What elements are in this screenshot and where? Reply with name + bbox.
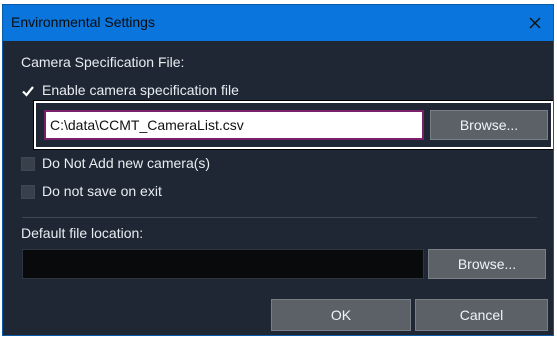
window-title: Environmental Settings (11, 14, 155, 30)
default-location-browse-button[interactable]: Browse... (428, 249, 546, 279)
section-divider (22, 217, 537, 218)
cancel-button[interactable]: Cancel (415, 299, 548, 331)
do-not-save-label: Do not save on exit (42, 183, 162, 199)
enable-camera-spec-checkbox[interactable] (21, 84, 35, 98)
enable-camera-spec-label: Enable camera specification file (42, 82, 239, 98)
camera-spec-section-label: Camera Specification File: (21, 54, 185, 70)
camera-spec-path-input[interactable] (44, 110, 424, 140)
do-not-save-checkbox[interactable] (21, 185, 35, 199)
camera-spec-browse-button[interactable]: Browse... (430, 110, 548, 140)
title-bar: Environmental Settings (3, 5, 553, 41)
default-location-input[interactable] (22, 249, 424, 279)
dialog-footer: OK Cancel (3, 292, 553, 335)
do-not-add-camera-label: Do Not Add new camera(s) (42, 155, 211, 171)
close-icon (529, 17, 541, 29)
checkmark-icon (22, 86, 34, 97)
close-button[interactable] (517, 5, 553, 41)
do-not-add-camera-checkbox[interactable] (21, 157, 35, 171)
environmental-settings-dialog: Environmental Settings Camera Specificat… (2, 4, 554, 336)
ok-button[interactable]: OK (271, 299, 411, 331)
default-location-section-label: Default file location: (21, 225, 144, 241)
camera-spec-path-group: Browse... (34, 101, 553, 149)
